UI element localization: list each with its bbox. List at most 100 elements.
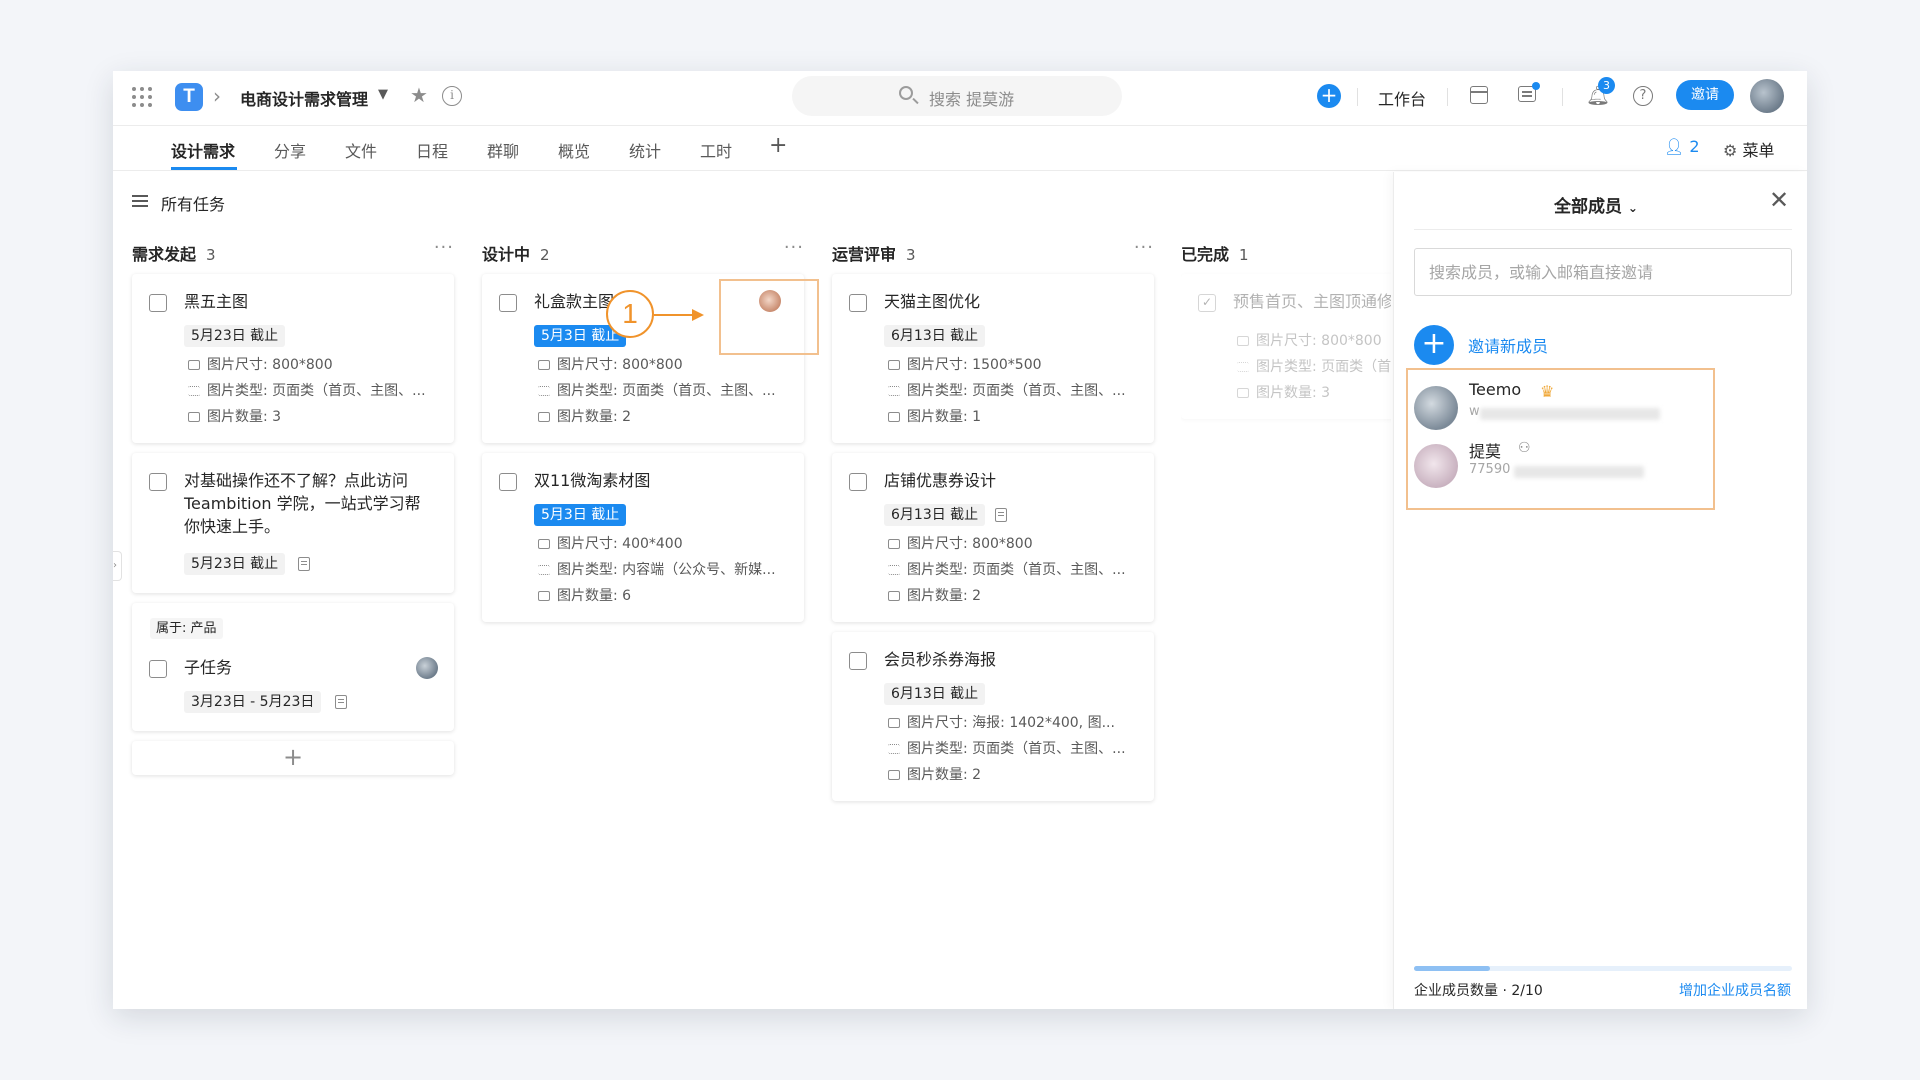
help-icon[interactable]: ? [1633,86,1653,106]
tab-design-requests[interactable]: 设计需求 [171,138,235,162]
members-button[interactable]: 👤︎ 2 [1664,137,1700,156]
member-quota-bar [1414,966,1792,971]
global-search[interactable]: 搜索 提莫游 [792,76,1122,116]
task-card[interactable]: 双11微淘素材图 5月3日 截止 图片尺寸: 400*400 图片类型: 内容端… [482,453,804,622]
task-card[interactable]: ✓ 预售首页、主图顶通修 图片尺寸: 800*800 图片类型: 页面类（首 图… [1181,274,1391,419]
more-icon[interactable]: ··· [434,237,454,258]
parent-task-tag[interactable]: 属于: 产品 [150,618,223,639]
image-icon [888,539,900,549]
active-tab-indicator [171,167,237,170]
more-icon[interactable]: ··· [1134,237,1154,258]
task-card[interactable]: 属于: 产品 子任务 3月23日 - 5月23日 [132,603,454,731]
add-tab-button[interactable]: + [769,133,787,158]
menu-label: 菜单 [1742,141,1775,160]
task-checkbox[interactable] [499,294,517,312]
member-row[interactable]: Teemo ♛ w [1414,380,1784,434]
task-card[interactable]: 店铺优惠券设计 6月13日 截止 图片尺寸: 800*800 图片类型: 页面类… [832,453,1154,622]
unread-dot [1532,82,1540,90]
due-badge: 5月23日 截止 [184,325,286,347]
collapse-sidebar-handle[interactable]: › [113,551,122,581]
caret-down-icon[interactable]: ▼ [378,87,388,102]
member-name: 提莫 [1469,442,1502,461]
tab-group-chat[interactable]: 群聊 [487,138,519,162]
members-icon: 👤︎ [1664,137,1685,156]
task-checkbox[interactable] [849,473,867,491]
member-name: Teemo [1469,380,1522,399]
quick-add-button[interactable]: + [1317,84,1341,108]
field-type-text: 图片类型: 页面类（首页、主图、... [907,383,1126,399]
task-checkbox[interactable] [499,473,517,491]
chevron-down-icon: ⌄ [1627,201,1638,215]
tab-bar: 设计需求 分享 文件 日程 群聊 概览 统计 工时 + 👤︎ 2 ⚙︎ 菜单 [113,127,1807,171]
invite-button[interactable]: 邀请 [1676,80,1734,110]
all-tasks-filter[interactable]: 所有任务 [161,191,225,215]
column-title: 运营评审 3 [832,241,916,265]
field-quantity-text: 图片数量: 6 [557,588,632,604]
tab-files[interactable]: 文件 [345,138,377,162]
task-card[interactable]: 黑五主图 5月23日 截止 图片尺寸: 800*800 图片类型: 页面类（首页… [132,274,454,443]
apps-grid-icon[interactable] [132,87,152,107]
task-checkbox[interactable] [149,660,167,678]
add-task-button[interactable]: + [132,741,454,775]
app-window: T › 电商设计需求管理 ▼ ★ i 搜索 提莫游 + 工作台 🔔︎ 3 ? 邀… [113,71,1807,1009]
field-quantity: 图片数量: 2 [538,406,631,426]
field-size: 图片尺寸: 1500*500 [888,354,1042,374]
field-type: 图片类型: 页面类（首页、主图、... [188,380,426,400]
field-type-text: 图片类型: 页面类（首页、主图、... [207,383,426,399]
column-title-text: 已完成 [1181,245,1230,264]
member-email: w [1469,404,1480,419]
annotation-step-number: 1 [606,290,654,338]
tab-schedule[interactable]: 日程 [416,138,448,162]
list-icon [888,386,900,396]
task-title: 会员秒杀券海报 [884,650,997,669]
task-title-line: 你快速上手。 [184,517,281,536]
field-size-text: 图片尺寸: 1500*500 [907,357,1042,373]
task-checkbox[interactable] [849,294,867,312]
tab-overview[interactable]: 概览 [558,138,590,162]
panel-title-text: 全部成员 [1554,197,1622,217]
info-icon[interactable]: i [442,86,462,106]
column-count: 3 [206,246,216,264]
avatar[interactable] [1750,79,1784,113]
more-icon[interactable]: ··· [784,237,804,258]
list-icon[interactable] [132,195,148,207]
teambition-logo-icon[interactable]: T [175,83,203,111]
star-icon[interactable]: ★ [410,83,428,107]
task-card[interactable]: 会员秒杀券海报 6月13日 截止 图片尺寸: 海报: 1402*400, 图..… [832,632,1154,801]
field-quantity: 图片数量: 3 [188,406,281,426]
task-card[interactable]: 天猫主图优化 6月13日 截止 图片尺寸: 1500*500 图片类型: 页面类… [832,274,1154,443]
members-panel: 全部成员 ⌄ ✕ + 邀请新成员 Teemo ♛ w 提莫 ⚇ 77590 企业… [1393,172,1807,1009]
plus-icon: + [1414,325,1454,365]
project-title[interactable]: 电商设计需求管理 [240,86,368,110]
field-quantity-text: 图片数量: 3 [1256,385,1331,401]
task-checkbox[interactable] [849,652,867,670]
task-title: 天猫主图优化 [884,292,981,311]
task-card[interactable]: 对基础操作还不了解？点此访问 Teambition 学院，一站式学习帮 你快速上… [132,453,454,593]
member-search-input[interactable] [1414,248,1792,296]
task-checkbox-checked[interactable]: ✓ [1198,294,1216,312]
workbench-link[interactable]: 工作台 [1378,86,1426,110]
image-icon [538,539,550,549]
tab-statistics[interactable]: 统计 [629,138,661,162]
task-checkbox[interactable] [149,294,167,312]
field-quantity-text: 图片数量: 2 [557,409,632,425]
search-icon [899,86,913,100]
calendar-icon[interactable] [1470,86,1488,104]
image-icon [188,360,200,370]
field-quantity-text: 图片数量: 2 [907,767,982,783]
panel-title[interactable]: 全部成员 ⌄ [1554,192,1638,217]
close-icon[interactable]: ✕ [1769,186,1789,214]
field-type: 图片类型: 页面类（首页、主图、... [538,380,776,400]
field-quantity: 图片数量: 1 [888,406,981,426]
menu-button[interactable]: ⚙︎ 菜单 [1723,137,1774,161]
tab-share[interactable]: 分享 [274,138,306,162]
assignee-avatar[interactable] [416,657,438,679]
tab-work-hours[interactable]: 工时 [700,138,732,162]
field-size-text: 图片尺寸: 400*400 [557,536,683,552]
increase-quota-link[interactable]: 增加企业成员名额 [1679,980,1791,1000]
field-size-text: 图片尺寸: 800*800 [1256,333,1382,349]
member-row[interactable]: 提莫 ⚇ 77590 [1414,438,1784,492]
field-type-text: 图片类型: 页面类（首页、主图、... [557,383,776,399]
number-icon [888,770,900,780]
task-checkbox[interactable] [149,473,167,491]
